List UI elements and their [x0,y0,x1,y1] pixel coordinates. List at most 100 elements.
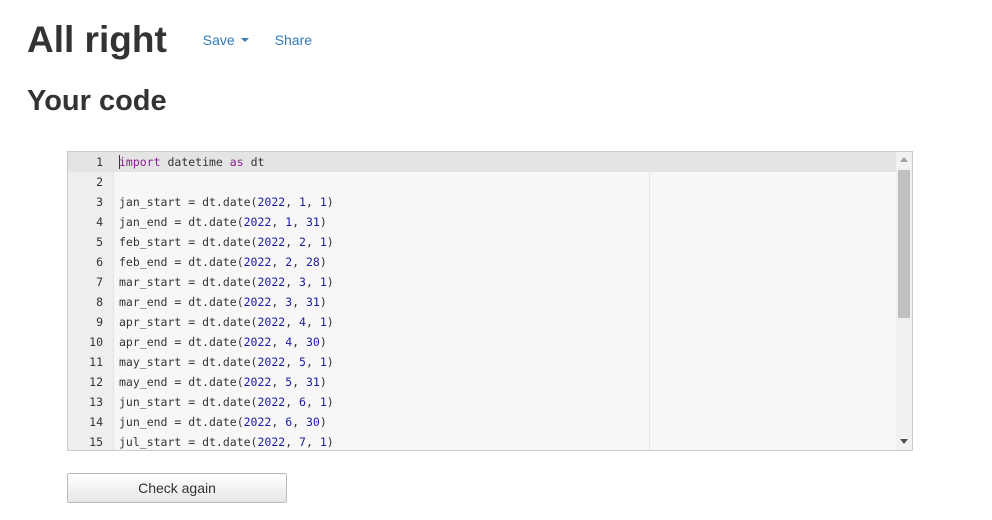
code-token: ) [319,215,327,229]
code-token: jan_end = dt.date( [119,215,244,229]
number-token: 1 [299,195,306,209]
code-token: datetime [160,155,230,169]
code-token: ) [326,195,334,209]
keyword-token: as [229,155,244,169]
code-token: feb_start = dt.date( [119,235,258,249]
line-number: 9 [96,315,103,329]
code-token: apr_end = dt.date( [119,335,244,349]
code-token: mar_start = dt.date( [119,275,258,289]
number-token: 2022 [257,315,286,329]
scroll-down-arrow-icon[interactable] [900,439,908,444]
code-line[interactable]: 14 jun_end = dt.date(2022, 6, 30) [68,412,898,432]
code-token: jan_start = dt.date( [119,195,258,209]
code-token: ) [326,355,334,369]
code-token: , [271,255,286,269]
line-number: 8 [96,295,103,309]
number-token: 2022 [243,215,272,229]
code-line[interactable]: 9 apr_start = dt.date(2022, 4, 1) [68,312,898,332]
line-number: 6 [96,255,103,269]
number-token: 31 [305,215,320,229]
number-token: 28 [305,255,320,269]
code-line[interactable]: 11 may_start = dt.date(2022, 5, 1) [68,352,898,372]
code-text: may_end = dt.date(2022, 5, 31) [119,372,327,392]
code-token: ) [326,395,334,409]
code-token: ) [319,415,327,429]
number-token: 2022 [257,395,286,409]
code-token: ) [326,435,334,449]
code-token: , [285,235,300,249]
code-token: ) [326,235,334,249]
page: All right Save Share Your code 1 import d… [0,0,992,520]
page-title: All right [27,19,167,60]
code-line[interactable]: 5 feb_start = dt.date(2022, 2, 1) [68,232,898,252]
code-line[interactable]: 4 jan_end = dt.date(2022, 1, 31) [68,212,898,232]
code-token: mar_end = dt.date( [119,295,244,309]
number-token: 31 [305,295,320,309]
code-editor[interactable]: 1 import datetime as dt 2 3 jan_start = dt.d… [67,151,913,451]
code-line[interactable]: 6 feb_end = dt.date(2022, 2, 28) [68,252,898,272]
number-token: 3 [299,275,306,289]
code-line[interactable]: 1 import datetime as dt [68,152,898,172]
number-token: 30 [305,415,320,429]
code-line[interactable]: 13 jun_start = dt.date(2022, 6, 1) [68,392,898,412]
code-text: jun_end = dt.date(2022, 6, 30) [119,412,327,432]
header: All right Save Share [27,18,312,62]
share-link[interactable]: Share [275,30,312,50]
code-token: may_end = dt.date( [119,375,244,389]
code-line[interactable]: 2 [68,172,898,192]
code-token: , [285,395,300,409]
save-dropdown[interactable]: Save [203,30,249,50]
number-token: 2022 [257,235,286,249]
code-line[interactable]: 15 jul_start = dt.date(2022, 7, 1) [68,432,898,450]
text-cursor [119,155,120,169]
line-number: 10 [89,335,103,349]
code-text: jan_start = dt.date(2022, 1, 1) [119,192,334,212]
line-number: 1 [96,155,103,169]
number-token: 6 [299,395,306,409]
code-line[interactable]: 10 apr_end = dt.date(2022, 4, 30) [68,332,898,352]
code-token: ) [319,375,327,389]
code-line[interactable]: 7 mar_start = dt.date(2022, 3, 1) [68,272,898,292]
code-token: , [305,195,320,209]
number-token: 1 [319,315,327,329]
code-token: dt [243,155,265,169]
line-number: 5 [96,235,103,249]
line-number: 4 [96,215,103,229]
line-number: 12 [89,375,103,389]
code-text: feb_end = dt.date(2022, 2, 28) [119,252,327,272]
code-token: may_start = dt.date( [119,355,258,369]
code-token: , [292,375,306,389]
line-number: 13 [89,395,103,409]
code-token: , [271,215,286,229]
code-line[interactable]: 8 mar_end = dt.date(2022, 3, 31) [68,292,898,312]
code-line[interactable]: 12 may_end = dt.date(2022, 5, 31) [68,372,898,392]
code-text: jul_start = dt.date(2022, 7, 1) [119,432,334,450]
scroll-thumb[interactable] [898,170,910,318]
number-token: 2022 [243,335,272,349]
number-token: 2022 [257,435,286,449]
line-number: 7 [96,275,103,289]
vertical-scrollbar[interactable] [896,152,912,450]
code-lines: 1 import datetime as dt 2 3 jan_start = dt.d… [68,152,898,450]
check-again-button[interactable]: Check again [67,473,287,503]
code-token: , [305,315,320,329]
code-token: jun_end = dt.date( [119,415,244,429]
number-token: 2022 [243,255,272,269]
line-number: 2 [96,175,103,189]
number-token: 1 [319,355,327,369]
number-token: 31 [305,375,320,389]
number-token: 2022 [243,415,272,429]
code-text: feb_start = dt.date(2022, 2, 1) [119,232,334,252]
code-token: , [271,335,286,349]
code-text: jun_start = dt.date(2022, 6, 1) [119,392,334,412]
number-token: 2 [299,235,306,249]
code-token: , [305,275,320,289]
code-token: , [285,195,300,209]
code-line[interactable]: 3 jan_start = dt.date(2022, 1, 1) [68,192,898,212]
code-token: , [305,355,320,369]
number-token: 30 [305,335,320,349]
section-heading: Your code [27,85,167,117]
scroll-up-arrow-icon[interactable] [900,157,908,162]
code-text: mar_start = dt.date(2022, 3, 1) [119,272,334,292]
code-token: , [285,355,300,369]
